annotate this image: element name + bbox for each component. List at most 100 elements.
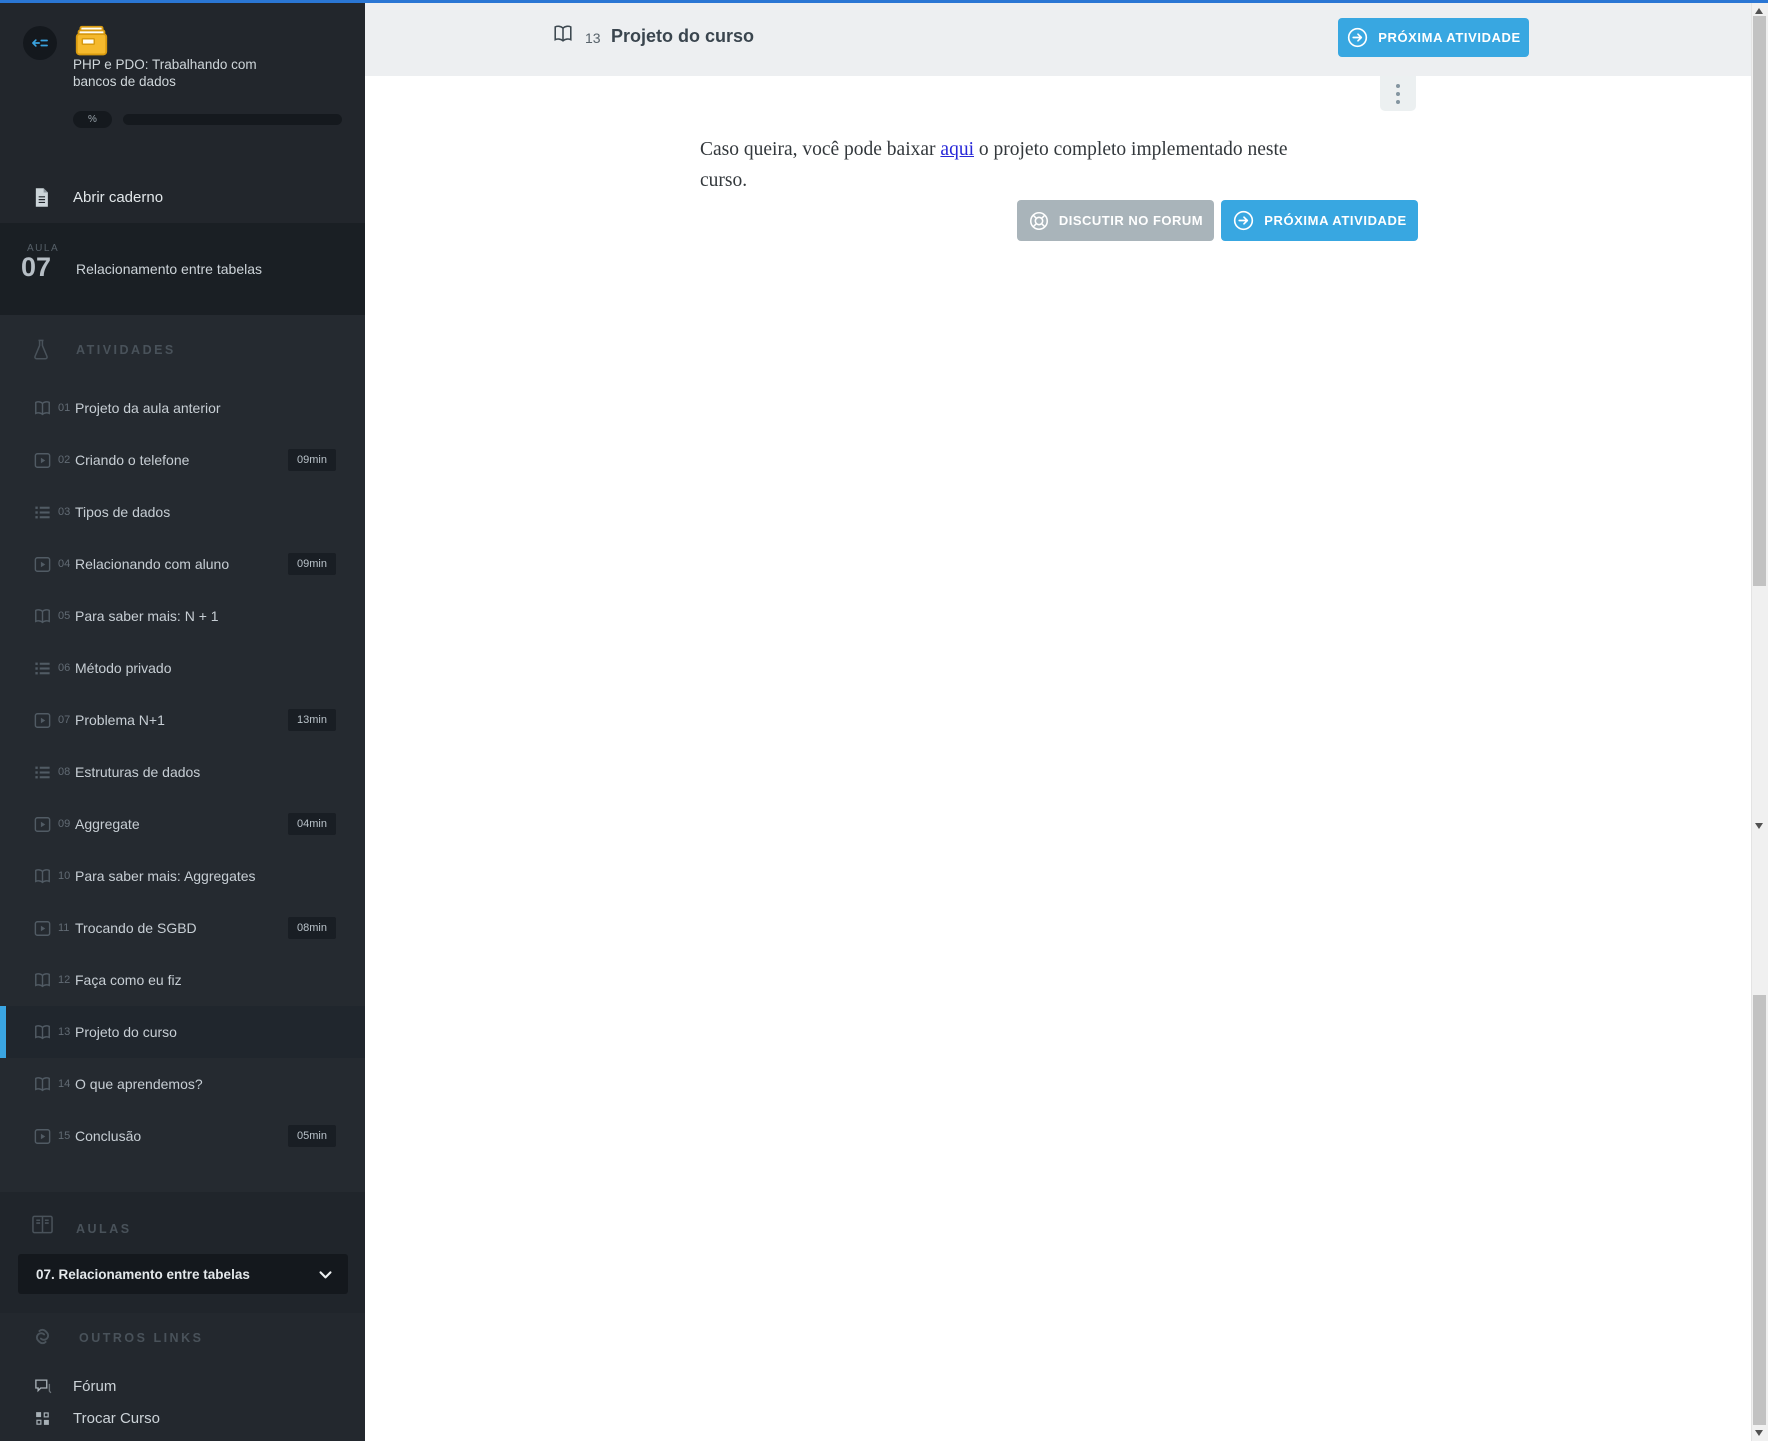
activity-label: Faça como eu fiz <box>75 972 182 988</box>
activity-number: 15 <box>58 1130 71 1142</box>
sidebar-item-label: Fórum <box>73 1377 117 1395</box>
activity-label: Trocando de SGBD <box>75 920 197 936</box>
book-spread-icon <box>31 1214 54 1235</box>
outros-links-section: OUTROS LINKS Fórum Trocar Curso <box>0 1313 365 1441</box>
video-icon <box>33 711 52 730</box>
activities-section-header: ATIVIDADES <box>0 338 365 366</box>
activity-duration-badge: 05min <box>288 1125 336 1147</box>
more-options-button[interactable] <box>1380 76 1416 111</box>
scrollbar-down-arrow[interactable] <box>1755 1430 1763 1436</box>
sidebar: PHP e PDO: Trabalhando com bancos de dad… <box>0 3 365 1441</box>
flask-icon <box>31 338 51 362</box>
activity-number: 07 <box>58 714 71 726</box>
activity-item[interactable]: 06 Método privado <box>0 642 365 694</box>
activity-item[interactable]: 02 Criando o telefone 09min <box>0 434 365 486</box>
current-lesson-block: AULA 07 Relacionamento entre tabelas <box>0 223 365 315</box>
activity-number: 01 <box>58 402 71 414</box>
document-icon <box>33 187 50 208</box>
next-activity-label: PRÓXIMA ATIVIDADE <box>1378 30 1521 45</box>
course-logo-icon <box>71 24 112 59</box>
course-title: PHP e PDO: Trabalhando com bancos de dad… <box>73 57 257 89</box>
scrollbar-inner-down-arrow[interactable] <box>1755 823 1763 829</box>
list-icon <box>33 659 52 678</box>
activity-item[interactable]: 05 Para saber mais: N + 1 <box>0 590 365 642</box>
kebab-dot <box>1396 83 1400 88</box>
activity-label: Aggregate <box>75 816 140 832</box>
outros-links-title: OUTROS LINKS <box>79 1331 204 1345</box>
activity-number: 10 <box>58 870 71 882</box>
activity-item[interactable]: 01 Projeto da aula anterior <box>0 382 365 434</box>
kebab-dot <box>1396 99 1400 104</box>
activity-header-bar: 13 Projeto do curso PRÓXIMA ATIVIDADE <box>365 3 1752 76</box>
activity-item[interactable]: 08 Estruturas de dados <box>0 746 365 798</box>
activity-duration-badge: 13min <box>288 709 336 731</box>
activity-item[interactable]: 03 Tipos de dados <box>0 486 365 538</box>
aulas-section: AULAS 07. Relacionamento entre tabelas <box>0 1192 365 1313</box>
activity-number: 12 <box>58 974 71 986</box>
circle-arrow-right-icon <box>1346 26 1369 49</box>
activity-item[interactable]: 15 Conclusão 05min <box>0 1110 365 1162</box>
lesson-select-value: 07. Relacionamento entre tabelas <box>36 1266 250 1282</box>
list-icon <box>33 503 52 522</box>
lesson-title: Relacionamento entre tabelas <box>76 261 263 277</box>
activity-duration-badge: 04min <box>288 813 336 835</box>
grid-squares-icon <box>34 1410 52 1427</box>
sidebar-item-trocar-curso[interactable]: Trocar Curso <box>0 1403 365 1433</box>
activity-item[interactable]: 09 Aggregate 04min <box>0 798 365 850</box>
top-accent-bar <box>0 0 1768 3</box>
lesson-paragraph: Caso queira, você pode baixar aqui o pro… <box>700 134 1340 196</box>
activities-section-title: ATIVIDADES <box>76 343 176 357</box>
open-book-icon <box>33 607 52 626</box>
lesson-select-dropdown[interactable]: 07. Relacionamento entre tabelas <box>18 1254 348 1294</box>
open-notebook-button[interactable]: Abrir caderno <box>0 178 365 216</box>
activity-duration-badge: 08min <box>288 917 336 939</box>
page-title: Projeto do curso <box>611 26 755 46</box>
activity-item[interactable]: 11 Trocando de SGBD 08min <box>0 902 365 954</box>
scrollbar-up-arrow[interactable] <box>1755 8 1763 14</box>
activity-item[interactable]: 14 O que aprendemos? <box>0 1058 365 1110</box>
activity-item[interactable]: 12 Faça como eu fiz <box>0 954 365 1006</box>
activity-number: 11 <box>58 922 70 934</box>
scrollbar-thumb-bottom[interactable] <box>1753 995 1766 1425</box>
sidebar-item-label: Trocar Curso <box>73 1409 160 1427</box>
scrollbar[interactable] <box>1751 3 1768 1441</box>
life-buoy-icon <box>1028 210 1050 232</box>
activity-label: Tipos de dados <box>75 504 171 520</box>
next-activity-button-content[interactable]: PRÓXIMA ATIVIDADE <box>1221 200 1418 241</box>
next-activity-button-header[interactable]: PRÓXIMA ATIVIDADE <box>1338 18 1529 57</box>
download-link[interactable]: aqui <box>940 139 974 160</box>
next-activity-label: PRÓXIMA ATIVIDADE <box>1264 213 1407 228</box>
activity-duration-badge: 09min <box>288 553 336 575</box>
activity-label: Relacionando com aluno <box>75 556 230 572</box>
open-book-icon <box>33 399 52 418</box>
collapse-sidebar-button[interactable] <box>23 26 57 60</box>
kebab-dot <box>1396 91 1400 96</box>
activity-item[interactable]: 13 Projeto do curso <box>0 1006 365 1058</box>
paragraph-text: Caso queira, você pode baixar <box>700 138 941 160</box>
activity-label: Criando o telefone <box>75 452 190 468</box>
activity-number: 04 <box>58 558 71 570</box>
open-book-icon <box>33 867 52 886</box>
open-book-icon <box>552 22 574 46</box>
sidebar-item-forum[interactable]: Fórum <box>0 1371 365 1401</box>
chain-links-icon <box>30 1324 55 1349</box>
activity-item[interactable]: 04 Relacionando com aluno 09min <box>0 538 365 590</box>
activities-list: 01 Projeto da aula anterior 02 Criando o… <box>0 382 365 1162</box>
activity-number: 14 <box>58 1078 71 1090</box>
chat-bubble-icon <box>34 1378 52 1395</box>
activity-label: Método privado <box>75 660 172 676</box>
activity-label: Para saber mais: Aggregates <box>75 868 256 884</box>
activity-number: 08 <box>58 766 71 778</box>
activity-label: Problema N+1 <box>75 712 165 728</box>
paragraph-text: o projeto completo implementado neste <box>974 138 1288 160</box>
chevron-down-icon <box>317 1266 334 1283</box>
video-icon <box>33 815 52 834</box>
activity-item[interactable]: 07 Problema N+1 13min <box>0 694 365 746</box>
collapse-sidebar-icon <box>30 33 50 53</box>
activity-label: O que aprendemos? <box>75 1076 203 1092</box>
activity-item[interactable]: 10 Para saber mais: Aggregates <box>0 850 365 902</box>
activity-number: 13 <box>58 1026 71 1038</box>
scrollbar-thumb-top[interactable] <box>1753 16 1766 586</box>
discuss-forum-button[interactable]: DISCUTIR NO FORUM <box>1017 200 1214 241</box>
activity-number: 05 <box>58 610 71 622</box>
